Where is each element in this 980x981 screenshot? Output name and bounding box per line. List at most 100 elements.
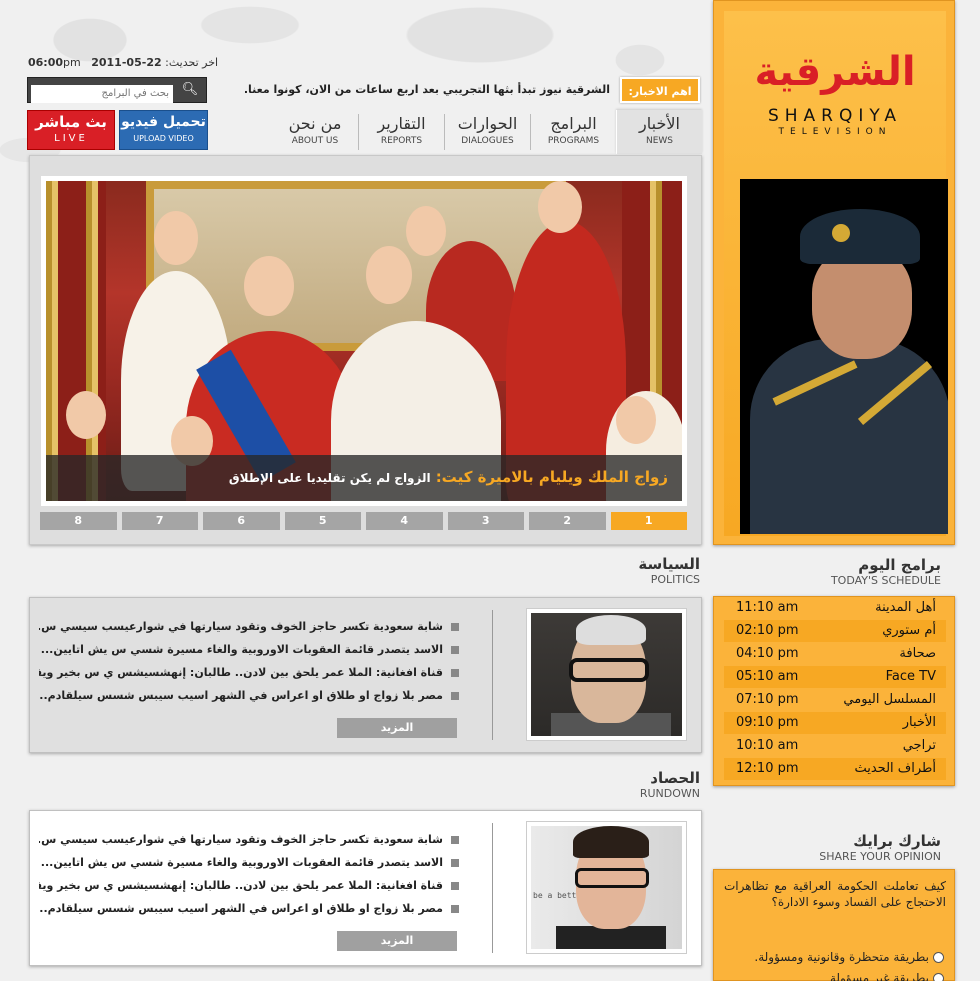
glasses — [569, 658, 649, 682]
politics-more-button[interactable]: المزيد — [337, 718, 457, 738]
hair — [573, 826, 649, 858]
logo-panel: الشرقية SHARQIYA TELEVISION — [713, 0, 955, 545]
news-item[interactable]: قناة افغانية: الملا عمر يلحق بين لادن.. … — [39, 666, 459, 689]
face — [366, 246, 412, 304]
opinion-title: شارك برايك SHARE YOUR OPINION — [819, 832, 941, 864]
face — [538, 181, 582, 233]
upload-label-ar: تحميل فيديو — [121, 114, 206, 130]
program-name: الأخبار — [902, 715, 936, 730]
featured-image[interactable]: زواج الملك ويليام بالاميرة كيت: الزواج ل… — [41, 176, 687, 506]
schedule-row[interactable]: أم ستوري 02:10 pm — [724, 620, 946, 642]
headline-ticker: اهم الاخبار: الشرقية نيوز تبدأ بثها التج… — [244, 77, 700, 103]
slide-caption[interactable]: زواج الملك ويليام بالاميرة كيت: الزواج ل… — [46, 455, 682, 501]
news-item[interactable]: شابة سعودية تكسر حاجز الخوف وتقود سيارته… — [39, 620, 459, 643]
news-item[interactable]: الاسد يتصدر قائمة العقوبات الاوروبية وال… — [39, 856, 459, 879]
pager-button[interactable]: 4 — [366, 512, 443, 530]
photo-portrait — [531, 613, 682, 736]
pager-button[interactable]: 3 — [447, 512, 524, 530]
headline-text[interactable]: الشرقية نيوز تبدأ بثها التجريبي بعد اربع… — [244, 83, 610, 96]
program-name: أطراف الحديث — [854, 761, 936, 776]
nav-label-ar: البرامج — [550, 114, 597, 133]
live-label-ar: بث مباشر — [35, 113, 107, 131]
rundown-box: be a bette شابة سعودية تكسر حاجز الخوف و… — [29, 810, 702, 966]
live-label-en: LIVE — [54, 133, 88, 144]
pager-button[interactable]: 7 — [121, 512, 198, 530]
pager-button-active[interactable]: 1 — [610, 512, 687, 530]
schedule-row[interactable]: المسلسل اليومي 07:10 pm — [724, 689, 946, 711]
section-title-ar: شارك برايك — [853, 832, 941, 850]
schedule-row[interactable]: صحافة 04:10 pm — [724, 643, 946, 665]
cap-badge — [832, 224, 850, 242]
section-title-en: TODAY'S SCHEDULE — [830, 574, 941, 587]
nav-item-programs[interactable]: البرامج PROGRAMS — [530, 114, 616, 150]
search-input[interactable] — [31, 84, 173, 103]
nav-item-reports[interactable]: التقارير REPORTS — [358, 114, 444, 150]
program-time: 09:10 pm — [736, 715, 799, 730]
schedule-row[interactable]: الأخبار 09:10 pm — [724, 712, 946, 734]
nav-label-ar: الحوارات — [457, 114, 518, 133]
rundown-more-button[interactable]: المزيد — [337, 931, 457, 951]
program-name: أم ستوري — [882, 623, 936, 638]
news-item[interactable]: شابة سعودية تكسر حاجز الخوف وتقود سيارته… — [39, 833, 459, 856]
radio-button[interactable] — [933, 951, 944, 963]
search-icon[interactable]: 🔍︎ — [178, 81, 202, 99]
pager-button[interactable]: 6 — [203, 512, 280, 530]
main-nav: الأخبار NEWS البرامج PROGRAMS الحوارات D… — [220, 110, 702, 154]
logo-english: SHARQIYA — [767, 106, 903, 126]
section-title-en: RUNDOWN — [639, 787, 700, 800]
poll-option[interactable]: بطريقة متحظرة وقانونية ومسؤولة. — [754, 950, 944, 964]
schedule-row[interactable]: Face TV 05:10 am — [724, 666, 946, 688]
news-item[interactable]: الاسد يتصدر قائمة العقوبات الاوروبية وال… — [39, 643, 459, 666]
program-name: Face TV — [885, 669, 936, 684]
politics-photo[interactable] — [526, 608, 687, 741]
pager-button[interactable]: 5 — [284, 512, 361, 530]
nav-item-news[interactable]: الأخبار NEWS — [616, 110, 702, 154]
logo-arabic[interactable]: الشرقية — [724, 49, 946, 95]
poll-option[interactable]: بطريقة غير مسؤولة — [830, 971, 944, 981]
program-time: 12:10 pm — [736, 761, 799, 776]
news-item[interactable]: قناة افغانية: الملا عمر يلحق بين لادن.. … — [39, 879, 459, 902]
politics-box: شابة سعودية تكسر حاجز الخوف وتقود سيارته… — [29, 597, 702, 753]
schedule-row[interactable]: أهل المدينة 11:10 am — [724, 597, 946, 619]
section-title-ar: برامج اليوم — [858, 556, 941, 574]
nav-label-en: NEWS — [645, 136, 674, 146]
rundown-photo[interactable]: be a bette — [526, 821, 687, 954]
last-update-info: اخر تحديث: 22-05-2011 06:00pm — [28, 56, 219, 69]
schedule-row[interactable]: أطراف الحديث 12:10 pm — [724, 758, 946, 780]
search-box: 🔍︎ — [27, 77, 207, 103]
nav-item-dialogues[interactable]: الحوارات DIALOGUES — [444, 114, 530, 150]
nav-label-en: PROGRAMS — [547, 136, 600, 146]
pager-button[interactable]: 8 — [40, 512, 117, 530]
nav-label-en: DIALOGUES — [461, 136, 514, 146]
section-title-ar: السياسة — [638, 555, 700, 573]
radio-button[interactable] — [933, 972, 944, 981]
rundown-news-list: شابة سعودية تكسر حاجز الخوف وتقود سيارته… — [39, 833, 459, 925]
face — [406, 206, 446, 256]
face — [812, 249, 912, 359]
schedule-row[interactable]: تراجي 10:10 am — [724, 735, 946, 757]
politics-news-list: شابة سعودية تكسر حاجز الخوف وتقود سيارته… — [39, 620, 459, 712]
section-title-en: SHARE YOUR OPINION — [819, 850, 941, 863]
presenter-image[interactable] — [740, 179, 948, 534]
section-title-ar: الحصاد — [650, 769, 700, 787]
slide-subtitle: الزواج لم يكن تقليديا على الإطلاق — [228, 471, 431, 485]
nav-item-about-us[interactable]: من نحن ABOUT US — [272, 114, 358, 150]
nav-label-ar: الأخبار — [639, 114, 680, 133]
logo-television: TELEVISION — [778, 127, 892, 137]
live-button[interactable]: بث مباشر LIVE — [27, 110, 115, 150]
upload-video-button[interactable]: تحميل فيديو UPLOAD VIDEO — [119, 110, 208, 150]
upload-label-en: UPLOAD VIDEO — [133, 134, 194, 143]
program-name: أهل المدينة — [875, 600, 936, 615]
poll-option-label: بطريقة متحظرة وقانونية ومسؤولة. — [754, 950, 929, 964]
poll-option-label: بطريقة غير مسؤولة — [829, 971, 929, 981]
logo-inner: الشرقية SHARQIYA TELEVISION — [724, 11, 948, 536]
face — [66, 391, 106, 439]
headline-tag: اهم الاخبار: — [620, 77, 700, 103]
schedule-panel: أهل المدينة 11:10 am أم ستوري 02:10 pm ص… — [713, 596, 955, 786]
nav-label-ar: التقارير — [377, 114, 426, 133]
news-item[interactable]: مصر بلا زواج او طلاق او اعراس في الشهر ا… — [39, 902, 459, 925]
face — [244, 256, 294, 316]
pager-button[interactable]: 2 — [529, 512, 606, 530]
program-time: 11:10 am — [736, 600, 799, 615]
news-item[interactable]: مصر بلا زواج او طلاق او اعراس في الشهر ا… — [39, 689, 459, 712]
